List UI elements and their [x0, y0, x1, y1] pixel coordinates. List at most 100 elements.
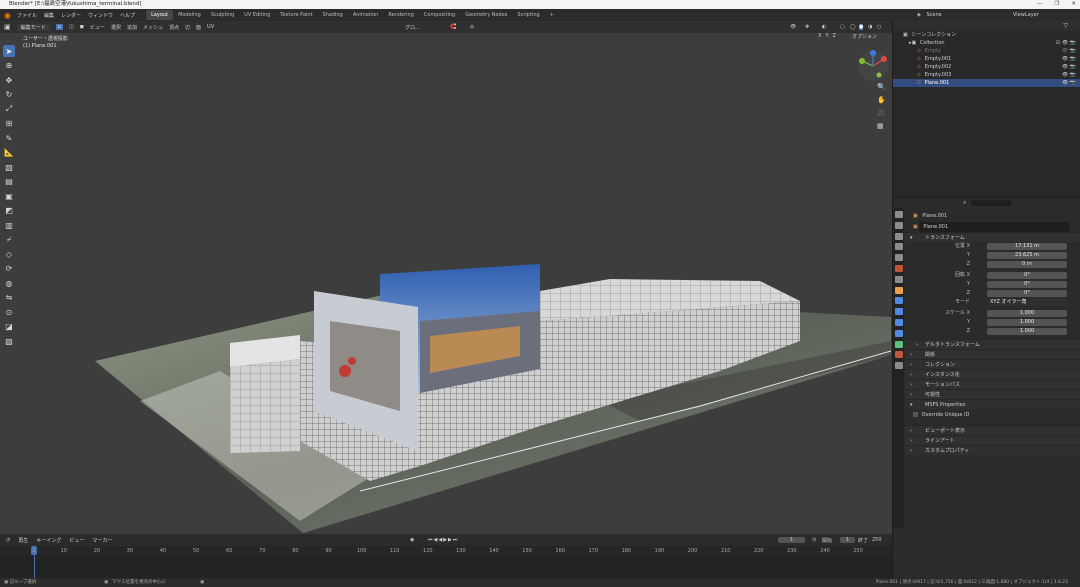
spin-icon[interactable]: ⟳ — [3, 263, 15, 275]
zoom-icon[interactable]: 🔍 — [877, 81, 886, 94]
tab-modeling[interactable]: Modeling — [173, 10, 206, 20]
measure-icon[interactable]: 📐 — [3, 147, 15, 159]
tab-texture-paint[interactable]: Texture Paint — [275, 10, 317, 20]
rip-icon[interactable]: ▨ — [3, 335, 15, 347]
3d-viewport[interactable]: ▣ 編集モード ▫ ◫ ◼ ビュー 選択 追加 メッシュ 頂点 辺 面 UV グ… — [0, 21, 892, 534]
menu-help[interactable]: ヘルプ — [120, 12, 135, 19]
collections-panel[interactable]: › コレクション — [905, 359, 1080, 369]
annotate-icon[interactable]: ✎ — [3, 132, 15, 144]
menu-file[interactable]: ファイル — [17, 12, 37, 19]
close-button[interactable]: ✕ — [1071, 0, 1076, 9]
viewport-display-panel[interactable]: › ビューポート表示 — [905, 425, 1080, 435]
cursor-icon[interactable]: ⊕ — [3, 60, 15, 72]
outliner-item-collection[interactable]: ▸▣ Collection ☑ 👁 📷 — [893, 39, 1080, 47]
inset-icon[interactable]: ▣ — [3, 190, 15, 202]
menu-render[interactable]: レンダー — [61, 12, 81, 19]
menu-window[interactable]: ウィンドウ — [88, 12, 113, 19]
tab-sculpting[interactable]: Sculpting — [206, 10, 239, 20]
visibility-icon[interactable]: 👁 📷 — [1062, 71, 1076, 79]
menu-playback[interactable]: 再生 — [18, 537, 28, 544]
current-frame-field[interactable]: 1 — [778, 537, 806, 543]
pan-icon[interactable]: ✋ — [877, 94, 886, 107]
bevel-icon[interactable]: ◩ — [3, 205, 15, 217]
scene-name[interactable]: Scene — [926, 12, 941, 18]
shrink-icon[interactable]: ⊙ — [3, 306, 15, 318]
outliner-item-plane-001[interactable]: ▽ Plane.001 👁 📷 — [893, 79, 1080, 87]
knife-icon[interactable]: ⌿ — [3, 234, 15, 246]
lineart-panel[interactable]: › ラインアート — [905, 435, 1080, 445]
scale-y-field[interactable]: 1.000 — [987, 319, 1067, 326]
outliner-item-empty-001[interactable]: ⊹ Empty.001 👁 📷 — [893, 55, 1080, 63]
constraints-tab-icon[interactable] — [894, 329, 903, 337]
collection-tab-icon[interactable] — [894, 275, 903, 283]
menu-timeline-view[interactable]: ビュー — [69, 537, 84, 544]
outliner-item-empty-003[interactable]: ⊹ Empty.003 👁 📷 — [893, 71, 1080, 79]
menu-marker[interactable]: マーカー — [92, 537, 112, 544]
start-frame-field[interactable]: 1 — [840, 537, 856, 543]
tab-scripting[interactable]: Scripting — [512, 10, 544, 20]
visibility-panel[interactable]: › 可視性 — [905, 389, 1080, 399]
select-icon[interactable]: ➤ — [3, 45, 15, 57]
visibility-icon[interactable]: 👁 📷 — [1062, 47, 1076, 55]
view-layer-name[interactable]: ViewLayer — [1013, 9, 1039, 21]
object-name-field[interactable]: Plane.001 — [919, 222, 1070, 232]
visibility-icon[interactable]: 👁 📷 — [1062, 79, 1076, 87]
rotation-x-field[interactable]: 0° — [987, 272, 1067, 279]
loopcut-icon[interactable]: ▥ — [3, 219, 15, 231]
tab-animation[interactable]: Animation — [348, 10, 384, 20]
render-tab-icon[interactable] — [894, 221, 903, 229]
visibility-icon[interactable]: 👁 📷 — [1062, 63, 1076, 71]
tab-geometry-nodes[interactable]: Geometry Nodes — [460, 10, 512, 20]
modifier-tab-icon[interactable] — [894, 297, 903, 305]
transform-panel-header[interactable]: ▾ トランスフォーム — [905, 232, 1080, 242]
scene-tab-icon[interactable] — [894, 254, 903, 262]
data-tab-icon[interactable] — [894, 340, 903, 348]
navigation-gizmo[interactable] — [856, 49, 890, 83]
texture-tab-icon[interactable] — [894, 362, 903, 370]
scene-icon[interactable]: ◈ — [917, 12, 921, 18]
camera-view-icon[interactable]: 🎥 — [877, 107, 886, 120]
transform-icon[interactable]: ⊞ — [3, 118, 15, 130]
scale-z-field[interactable]: 1.000 — [987, 328, 1067, 335]
custom-properties-panel[interactable]: › カスタムプロパティ — [905, 445, 1080, 455]
location-x-field[interactable]: 17.131 m — [987, 243, 1067, 250]
playback-controls[interactable]: ⏮◀◀▶▶⏭ — [428, 537, 458, 543]
particles-tab-icon[interactable] — [894, 308, 903, 316]
smooth-icon[interactable]: ◍ — [3, 277, 15, 289]
object-tab-icon[interactable] — [894, 286, 903, 294]
tool-tab-icon[interactable] — [894, 211, 903, 218]
move-icon[interactable]: ✥ — [3, 74, 15, 86]
location-y-field[interactable]: 23.625 m — [987, 252, 1067, 259]
tab-layout[interactable]: Layout — [146, 10, 174, 20]
add-workspace-button[interactable]: + — [545, 10, 559, 20]
tab-shading[interactable]: Shading — [318, 10, 348, 20]
search-icon[interactable]: ⌕ — [963, 199, 966, 207]
scale-x-field[interactable]: 1.000 — [987, 310, 1067, 317]
tab-uv-editing[interactable]: UV Editing — [239, 10, 275, 20]
rotation-mode-select[interactable]: XYZ オイラー角 — [987, 299, 1067, 306]
end-frame-field[interactable]: 250 — [872, 537, 882, 543]
properties-search-input[interactable] — [971, 200, 1011, 206]
edge-slide-icon[interactable]: ⇋ — [3, 292, 15, 304]
motion-paths-panel[interactable]: › モーションパス — [905, 379, 1080, 389]
rotation-y-field[interactable]: 0° — [987, 281, 1067, 288]
extrude-icon[interactable]: ▤ — [3, 176, 15, 188]
ortho-toggle-icon[interactable]: ▦ — [877, 120, 886, 133]
tab-rendering[interactable]: Rendering — [383, 10, 419, 20]
outliner-item-empty[interactable]: ⊹ Empty 👁 📷 — [893, 47, 1080, 55]
outliner-scene-collection[interactable]: ▣ シーンコレクション — [893, 31, 1080, 39]
world-tab-icon[interactable] — [894, 264, 903, 272]
maximize-button[interactable]: ❐ — [1054, 0, 1059, 9]
menu-keying[interactable]: キーイング — [36, 537, 61, 544]
tab-compositing[interactable]: Compositing — [419, 10, 460, 20]
scene-render[interactable] — [0, 21, 892, 534]
visibility-icon[interactable]: ☑ 👁 📷 — [1056, 39, 1076, 47]
physics-tab-icon[interactable] — [894, 318, 903, 326]
blender-logo-icon[interactable]: ◉ — [4, 11, 11, 20]
add-cube-icon[interactable]: ▧ — [3, 161, 15, 173]
filter-icon[interactable]: ▽ — [1063, 22, 1068, 29]
rotate-icon[interactable]: ↻ — [3, 89, 15, 101]
delta-transform-panel[interactable]: › デルタトランスフォーム — [905, 339, 1080, 349]
location-z-field[interactable]: 0 m — [987, 261, 1067, 268]
record-icon[interactable]: ◉ — [410, 537, 414, 543]
